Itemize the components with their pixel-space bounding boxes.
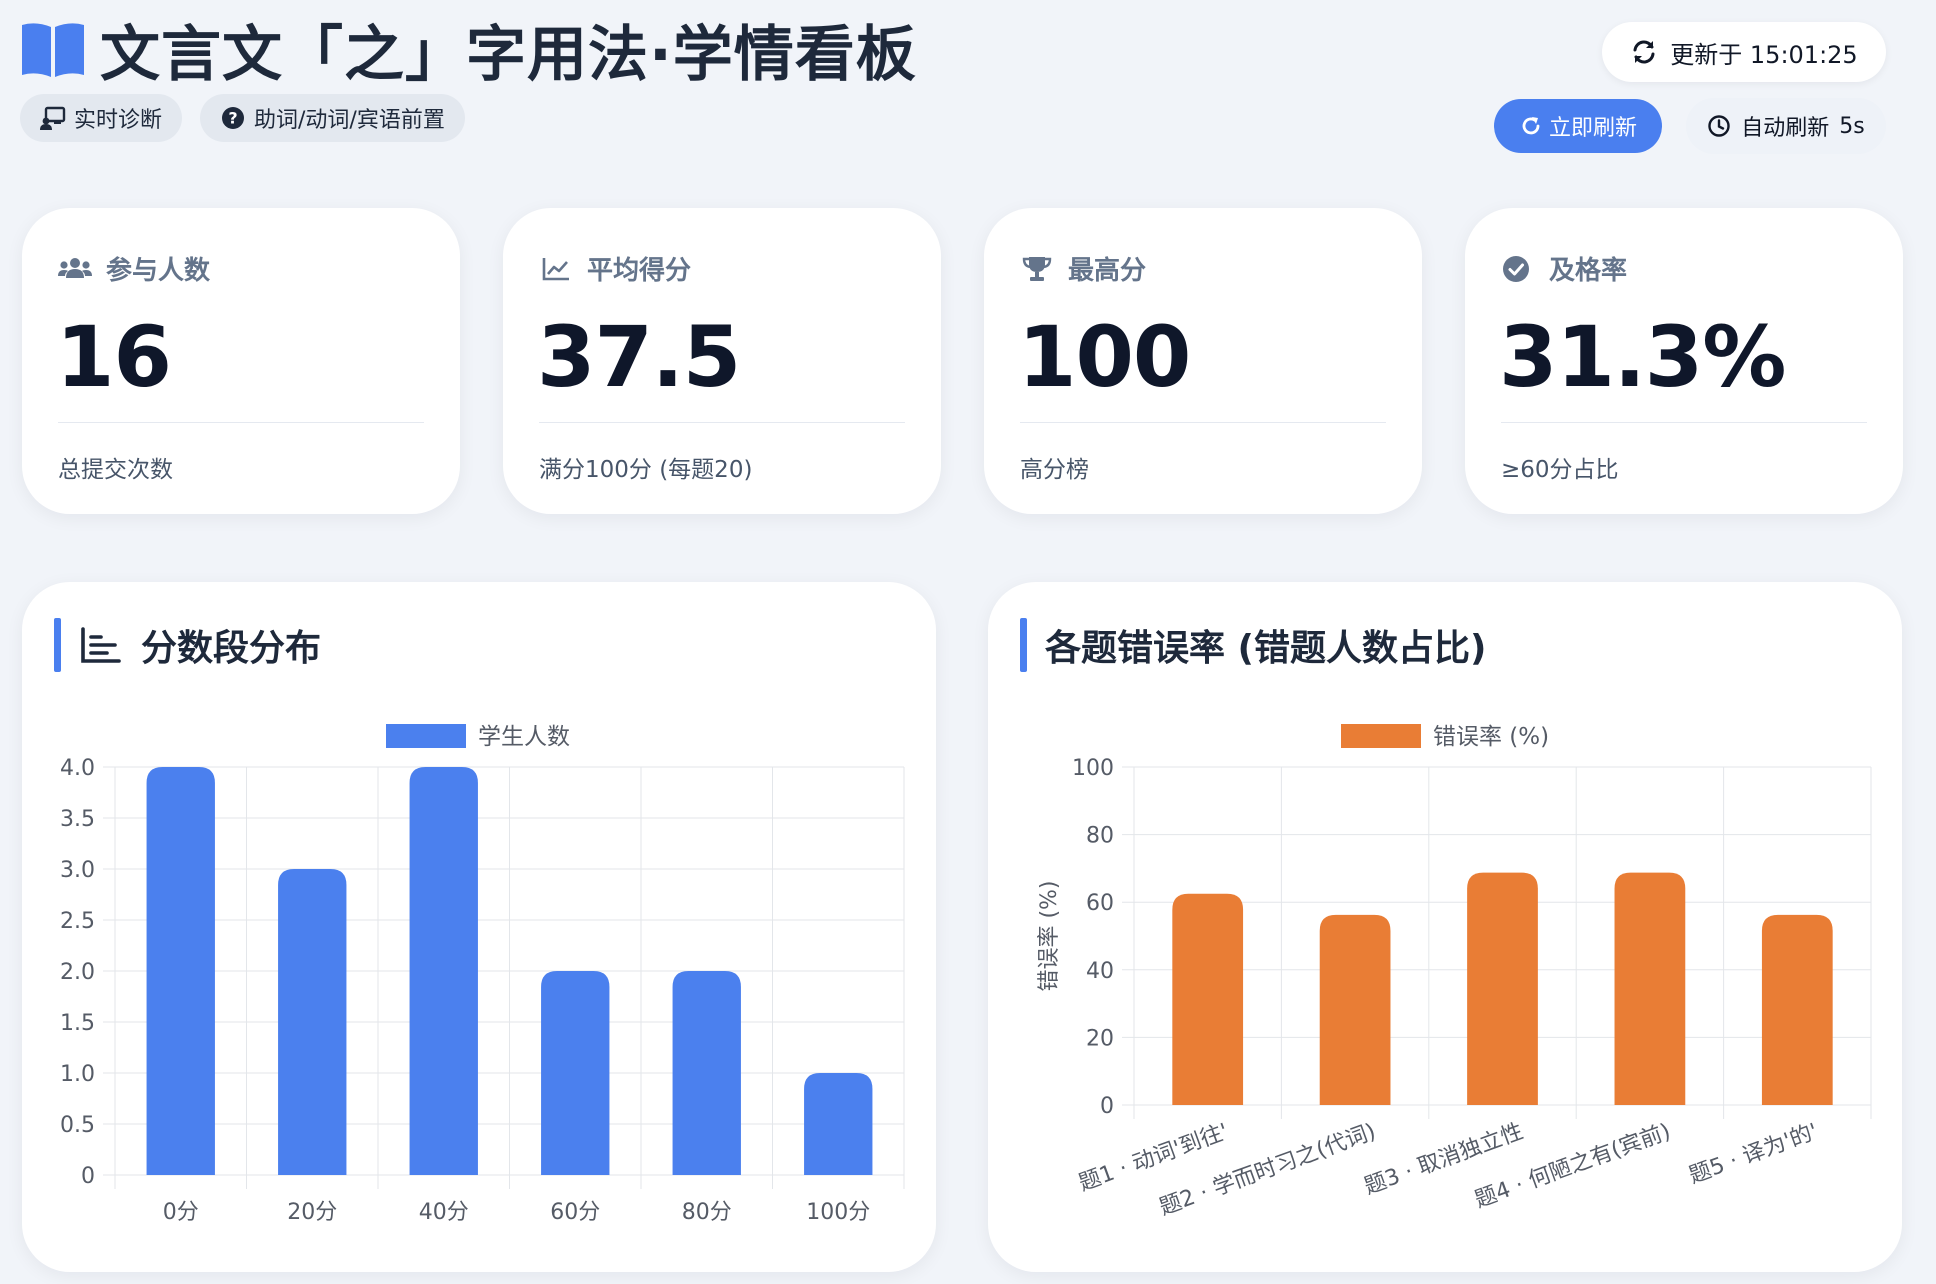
stat-footnote: 总提交次数: [58, 457, 173, 483]
divider: [1020, 422, 1386, 423]
auto-refresh-toggle[interactable]: 自动刷新 5s: [1686, 98, 1886, 154]
stat-label: 最高分: [1068, 256, 1147, 286]
x-tick-label: 题5 · 译为'的': [1686, 1119, 1821, 1189]
tag-usage: ? 助词/动词/宾语前置: [200, 94, 465, 142]
y-tick-label: 3.5: [60, 807, 95, 832]
score-distribution-chart: 0 0.5 1.0 1.5 2.0 2.5 3.0 3.5 4.0 学生人数 0分 20分 40分 60分…: [60, 724, 905, 1225]
y-tick-label: 1.0: [60, 1062, 95, 1087]
stat-footnote: 满分100分 (每题20): [539, 457, 753, 483]
stat-head: 参与人数: [58, 250, 210, 287]
stat-card-pass-rate: 及格率 31.3% ≥60分占比: [1465, 208, 1903, 514]
stat-label: 参与人数: [106, 256, 211, 286]
dashboard-header: 文言文「之」字用法·学情看板 实时诊断 ? 助词/动词/宾语前置 更新于 15:…: [20, 0, 1916, 170]
check-circle-icon: [1503, 255, 1529, 282]
y-tick-label: 20: [1086, 1026, 1114, 1051]
question-circle-icon: ?: [222, 107, 245, 129]
line-chart-icon: [542, 257, 569, 280]
y-tick-label: 4.0: [60, 756, 95, 781]
stat-value: 100: [1018, 308, 1191, 406]
legend-swatch: [1341, 724, 1421, 748]
stat-head: 平均得分: [539, 250, 691, 287]
y-tick-label: 0.5: [60, 1113, 95, 1138]
legend-swatch: [386, 724, 466, 748]
bar: [1319, 914, 1391, 1105]
stat-value: 16: [56, 308, 172, 406]
stat-label: 及格率: [1549, 256, 1628, 286]
divider: [539, 422, 905, 423]
bar: [804, 1073, 873, 1175]
legend-label: 错误率 (%): [1433, 724, 1549, 750]
stat-label: 平均得分: [587, 256, 692, 286]
x-tick-label: 60分: [550, 1200, 600, 1225]
stat-card-highest: 最高分 100 高分榜: [984, 208, 1422, 514]
redo-icon: [1522, 117, 1540, 135]
stat-value: 37.5: [537, 308, 741, 406]
svg-text:?: ?: [228, 109, 237, 128]
error-rate-card: 各题错误率 (错题人数占比) 0 20 40 60 80 100 错误率 (%) 错误率 (%…: [988, 582, 1902, 1272]
error-rate-chart: 020406080100错误率 (%)错误率 (%)题1 · 动词'到往'题2 …: [1037, 724, 1872, 1221]
x-tick-label: 0分: [163, 1200, 199, 1225]
y-tick-label: 100: [1072, 756, 1114, 781]
auto-refresh-interval: 5s: [1839, 113, 1865, 139]
clock-icon: [1708, 115, 1730, 137]
bar: [1172, 893, 1244, 1105]
stat-footnote: 高分榜: [1020, 457, 1089, 483]
tag-label: 助词/动词/宾语前置: [254, 108, 445, 133]
bar: [1467, 872, 1538, 1105]
bar: [409, 767, 478, 1175]
y-tick-label: 80: [1086, 824, 1114, 849]
y-tick-label: 0: [1100, 1094, 1114, 1119]
y-axis-title: 错误率 (%): [1037, 880, 1062, 991]
x-tick-label: 80分: [682, 1200, 732, 1225]
refresh-now-label: 立即刷新: [1548, 116, 1637, 141]
refresh-now-button[interactable]: 立即刷新: [1494, 99, 1662, 153]
bar: [146, 767, 215, 1175]
users-icon: [58, 257, 92, 278]
auto-refresh-label: 自动刷新: [1741, 116, 1830, 141]
y-tick-label: 0: [81, 1164, 95, 1189]
bar: [1614, 872, 1686, 1105]
tag-list: 实时诊断 ? 助词/动词/宾语前置: [20, 94, 465, 142]
stat-card-participants: 参与人数 16 总提交次数: [22, 208, 460, 514]
x-tick-label: 100分: [806, 1200, 870, 1225]
sync-icon: [1633, 40, 1655, 64]
y-tick-label: 60: [1086, 891, 1114, 916]
bar: [541, 971, 610, 1175]
stat-head: 及格率: [1501, 250, 1627, 287]
y-tick-label: 1.5: [60, 1011, 95, 1036]
stat-head: 最高分: [1020, 250, 1146, 287]
last-updated-badge: 更新于 15:01:25: [1602, 22, 1886, 82]
stat-card-average: 平均得分 37.5 满分100分 (每题20): [503, 208, 941, 514]
legend-label: 学生人数: [478, 724, 570, 750]
tag-realtime: 实时诊断: [20, 94, 183, 142]
bar: [1761, 914, 1833, 1105]
y-tick-label: 40: [1086, 959, 1114, 984]
y-tick-label: 3.0: [60, 858, 95, 883]
teacher-board-icon: [40, 106, 66, 130]
score-distribution-card: 分数段分布 0 0.5 1.0 1.5 2.0 2.5 3.0 3.5 4.0 学生人数 0分 20分…: [22, 582, 936, 1272]
open-book-icon: [22, 22, 84, 77]
bar: [672, 971, 741, 1175]
divider: [1501, 422, 1867, 423]
stat-value: 31.3%: [1499, 308, 1786, 406]
refresh-controls: 立即刷新 自动刷新 5s: [1494, 98, 1886, 154]
stat-footnote: ≥60分占比: [1501, 457, 1619, 483]
y-tick-label: 2.5: [60, 909, 95, 934]
x-tick-label: 20分: [287, 1200, 337, 1225]
bar: [278, 869, 347, 1175]
y-tick-label: 2.0: [60, 960, 95, 985]
divider: [58, 422, 424, 423]
page-title: 文言文「之」字用法·学情看板: [100, 20, 917, 90]
x-tick-label: 40分: [419, 1200, 469, 1225]
title-row: 文言文「之」字用法·学情看板: [20, 6, 917, 93]
updated-label: 更新于 15:01:25: [1670, 40, 1858, 69]
trophy-icon: [1022, 256, 1052, 281]
tag-label: 实时诊断: [74, 108, 163, 133]
